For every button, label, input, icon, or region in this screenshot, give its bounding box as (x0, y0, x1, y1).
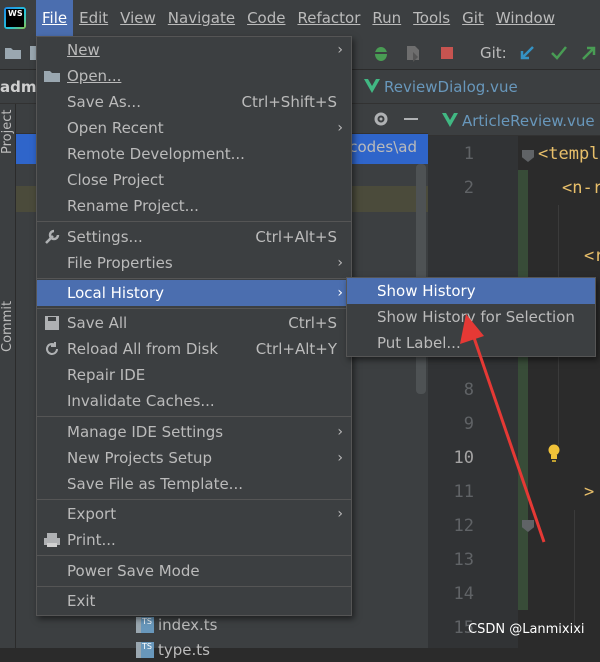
line-number: 2 (463, 178, 474, 198)
tab-articlereview[interactable]: ArticleReview.vue (434, 104, 595, 138)
chevron-right-icon: › (337, 424, 343, 440)
menu-item-close-project[interactable]: Close Project (37, 167, 351, 193)
menu-separator (37, 555, 351, 556)
project-tool-tab[interactable]: Project (0, 110, 15, 154)
menu-item-file-properties[interactable]: File Properties › (37, 250, 351, 276)
chevron-right-icon: › (337, 450, 343, 466)
menu-item-new-projects-setup[interactable]: New Projects Setup › (37, 445, 351, 471)
indent-guide (574, 510, 575, 630)
coverage-icon[interactable] (404, 44, 422, 62)
menu-item-power-save-mode[interactable]: Power Save Mode (37, 558, 351, 584)
menu-item-open[interactable]: Open... (37, 63, 351, 89)
menu-window[interactable]: Window (490, 0, 561, 36)
menu-edit[interactable]: Edit (73, 0, 114, 36)
menu-item-exit[interactable]: Exit (37, 588, 351, 614)
file-index-ts[interactable]: TS index.ts (136, 613, 218, 637)
tab-reviewdialog[interactable]: ReviewDialog.vue (356, 70, 518, 104)
code-line: > (584, 482, 595, 502)
menu-item-export[interactable]: Export › (37, 501, 351, 527)
commit-tool-tab[interactable]: Commit (0, 301, 15, 352)
chevron-right-icon: › (337, 120, 343, 136)
folder-icon (44, 71, 60, 82)
git-label: Git: (480, 44, 507, 62)
menu-separator (37, 221, 351, 222)
chevron-right-icon: › (337, 285, 343, 301)
menu-item-local-history[interactable]: Local History › (37, 280, 351, 306)
typescript-file-icon: TS (136, 617, 154, 633)
minimize-icon[interactable] (404, 118, 418, 120)
line-number: 11 (453, 482, 474, 502)
menu-refactor[interactable]: Refactor (291, 0, 366, 36)
reload-icon (46, 342, 58, 355)
line-number: 1 (463, 144, 474, 164)
vue-icon (442, 113, 458, 127)
git-commit-icon[interactable] (550, 44, 568, 62)
menu-separator (37, 499, 351, 500)
menu-item-save-file-as-template[interactable]: Save File as Template... (37, 471, 351, 497)
line-number: 8 (463, 380, 474, 400)
menu-navigate[interactable]: Navigate (162, 0, 241, 36)
save-icon (45, 316, 59, 330)
line-number: 12 (453, 516, 474, 536)
chevron-right-icon: › (337, 42, 343, 58)
menu-item-show-history[interactable]: Show History (347, 278, 595, 304)
webstorm-logo-icon: WS (4, 7, 26, 29)
chevron-right-icon: › (337, 506, 343, 522)
project-title: adm (0, 78, 37, 96)
change-marker (518, 170, 528, 610)
code-line: <n-r (562, 178, 600, 198)
line-number: 9 (463, 414, 474, 434)
menu-file[interactable]: File (36, 0, 74, 36)
menu-item-settings[interactable]: Settings... Ctrl+Alt+S (37, 224, 351, 250)
stop-icon[interactable] (438, 44, 456, 62)
menu-item-invalidate-caches[interactable]: Invalidate Caches... (37, 388, 351, 414)
file-type-ts[interactable]: TS type.ts (136, 638, 210, 662)
menu-item-new[interactable]: New › (37, 37, 351, 63)
menu-git[interactable]: Git (456, 0, 490, 36)
code-line: <templ (538, 144, 600, 164)
left-tool-stripe: Project Commit (0, 104, 16, 648)
line-number: 14 (453, 584, 474, 604)
menu-item-open-recent[interactable]: Open Recent › (37, 115, 351, 141)
menu-item-save-as[interactable]: Save As... Ctrl+Shift+S (37, 89, 351, 115)
lightbulb-icon[interactable] (547, 444, 561, 462)
line-number-current: 10 (453, 448, 474, 468)
folder-icon[interactable] (4, 44, 22, 62)
menu-item-show-history-for-selection[interactable]: Show History for Selection (347, 304, 595, 330)
menu-item-manage-ide-settings[interactable]: Manage IDE Settings › (37, 419, 351, 445)
git-update-icon[interactable] (518, 44, 536, 62)
menu-item-remote-development[interactable]: Remote Development... (37, 141, 351, 167)
watermark: CSDN @Lanmixixi (468, 622, 585, 637)
line-number: 13 (453, 550, 474, 570)
menu-separator (37, 308, 351, 309)
typescript-file-icon: TS (136, 642, 154, 658)
git-push-icon[interactable] (580, 44, 598, 62)
file-menu: New › Open... Save As... Ctrl+Shift+S Open… (36, 36, 352, 616)
code-line: <r (584, 246, 600, 266)
menu-item-put-label[interactable]: Put Label... (347, 330, 595, 356)
menu-separator (37, 278, 351, 279)
menu-bar: WS File Edit View Navigate Code Refactor… (0, 0, 600, 36)
local-history-submenu: Show History Show History for Selection … (346, 277, 596, 357)
menu-item-print[interactable]: Print... (37, 527, 351, 553)
print-icon (44, 533, 60, 547)
menu-view[interactable]: View (114, 0, 162, 36)
gear-icon[interactable] (372, 110, 390, 128)
menu-run[interactable]: Run (366, 0, 407, 36)
menu-item-repair-ide[interactable]: Repair IDE (37, 362, 351, 388)
editor-tab-row: ArticleReview.vue (428, 104, 600, 136)
debug-bug-icon[interactable] (372, 44, 390, 62)
vue-icon (364, 79, 380, 93)
menu-item-rename-project[interactable]: Rename Project... (37, 193, 351, 219)
menu-code[interactable]: Code (241, 0, 291, 36)
menu-separator (37, 586, 351, 587)
menu-item-save-all[interactable]: Save All Ctrl+S (37, 310, 351, 336)
wrench-icon (45, 229, 60, 244)
menu-separator (37, 416, 351, 417)
chevron-right-icon: › (337, 255, 343, 271)
menu-tools[interactable]: Tools (407, 0, 456, 36)
menu-item-reload-all[interactable]: Reload All from Disk Ctrl+Alt+Y (37, 336, 351, 362)
